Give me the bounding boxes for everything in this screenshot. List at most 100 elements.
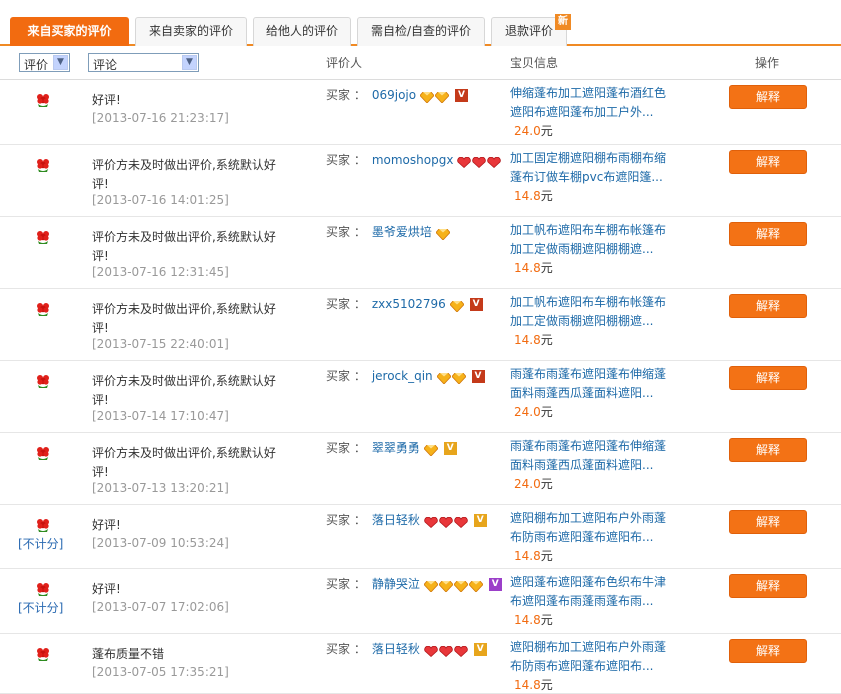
table-row: 评价方未及时做出评价,系统默认好评! [2013-07-15 22:40:01] … xyxy=(0,289,841,361)
explain-button[interactable]: 解释 xyxy=(729,510,807,534)
table-row: 评价方未及时做出评价,系统默认好评! [2013-07-14 17:10:47] … xyxy=(0,361,841,433)
table-row: [不计分] 好评! [2013-07-07 17:02:06] 买家 ： 静静哭泣 V… xyxy=(0,569,841,634)
no-count-link[interactable]: [不计分] xyxy=(18,535,63,552)
heart-icon xyxy=(438,515,453,529)
explain-button[interactable]: 解释 xyxy=(729,150,807,174)
comment-time: [2013-07-15 22:40:01] xyxy=(92,337,229,351)
explain-button[interactable]: 解释 xyxy=(729,366,807,390)
rater-info: 买家 ： 静静哭泣 V xyxy=(326,575,506,594)
item-title-link[interactable]: 伸缩蓬布加工遮阳蓬布酒红色遮阳布遮阳蓬布加工户外... xyxy=(510,84,670,122)
flower-icon xyxy=(35,301,51,317)
chevron-down-icon[interactable]: ▼ xyxy=(182,55,197,70)
flower-icon xyxy=(35,373,51,389)
price-value: 14.8 xyxy=(514,678,541,692)
price-value: 14.8 xyxy=(514,189,541,203)
comment-text: 评价方未及时做出评价,系统默认好评! xyxy=(92,158,276,191)
item-title-link[interactable]: 雨蓬布雨蓬布遮阳蓬布伸缩蓬面料雨蓬西瓜蓬面料遮阳... xyxy=(510,365,670,403)
item-title-link[interactable]: 雨蓬布雨蓬布遮阳蓬布伸缩蓬面料雨蓬西瓜蓬面料遮阳... xyxy=(510,437,670,475)
tab-from-buyers[interactable]: 来自买家的评价 xyxy=(10,17,129,46)
item-price: 14.8元 xyxy=(514,187,553,204)
diamond-icon xyxy=(438,579,454,593)
item-title-link[interactable]: 遮阳棚布加工遮阳布户外雨蓬布防雨布遮阳蓬布遮阳布... xyxy=(510,509,670,547)
tab-self-check[interactable]: 需自检/自查的评价 xyxy=(357,17,485,46)
column-header-rater: 评价人 xyxy=(326,56,363,70)
item-price: 24.0元 xyxy=(514,122,553,139)
level-icon: V xyxy=(473,514,487,527)
rater-role: 买家 ： xyxy=(326,642,366,656)
buyer-name-link[interactable]: 静静哭泣 xyxy=(372,577,420,591)
rater-info: 买家 ： jerock_qin V xyxy=(326,367,506,386)
comment-time: [2013-07-16 12:31:45] xyxy=(92,265,229,279)
credit-badges xyxy=(423,439,439,458)
heart-icon xyxy=(487,155,502,169)
rater-info: 买家 ： zxx5102796 V xyxy=(326,295,506,314)
chevron-down-icon[interactable]: ▼ xyxy=(53,55,68,70)
price-unit: 元 xyxy=(540,613,553,627)
rater-role: 买家 ： xyxy=(326,369,366,383)
tab-to-others[interactable]: 给他人的评价 xyxy=(253,17,351,46)
heart-icon xyxy=(453,644,468,658)
no-count-link[interactable]: [不计分] xyxy=(18,599,63,616)
price-value: 24.0 xyxy=(514,477,541,491)
buyer-name-link[interactable]: 翠翠勇勇 xyxy=(372,441,420,455)
level-icon: V xyxy=(473,643,487,656)
feedback-tab-bar: 来自买家的评价 来自卖家的评价 给他人的评价 需自检/自查的评价 退款评价 新 xyxy=(0,0,841,46)
item-title-link[interactable]: 加工帆布遮阳布车棚布帐篷布加工定做雨棚遮阳棚棚遮... xyxy=(510,221,670,259)
buyer-name-link[interactable]: jerock_qin xyxy=(372,369,433,383)
explain-button[interactable]: 解释 xyxy=(729,222,807,246)
diamond-icon xyxy=(468,579,484,593)
level-icon: V xyxy=(488,578,502,591)
credit-badges xyxy=(423,575,484,594)
price-unit: 元 xyxy=(540,549,553,563)
buyer-name-link[interactable]: 落日轻秋 xyxy=(372,642,420,656)
price-unit: 元 xyxy=(540,124,553,138)
level-icon: V xyxy=(443,442,457,455)
credit-badges xyxy=(457,151,502,170)
credit-badges xyxy=(423,511,469,530)
rater-info: 买家 ： momoshopgx xyxy=(326,151,506,170)
comment-time: [2013-07-16 14:01:25] xyxy=(92,193,229,207)
heart-icon xyxy=(438,644,453,658)
buyer-name-link[interactable]: 落日轻秋 xyxy=(372,513,420,527)
rater-role: 买家 ： xyxy=(326,577,366,591)
flower-icon xyxy=(35,581,51,597)
item-title-link[interactable]: 遮阳棚布加工遮阳布户外雨蓬布防雨布遮阳蓬布遮阳布... xyxy=(510,638,670,676)
comment-text: 蓬布质量不错 xyxy=(92,647,165,661)
heart-icon xyxy=(457,155,472,169)
credit-badges xyxy=(419,86,450,105)
comment-text: 评价方未及时做出评价,系统默认好评! xyxy=(92,230,276,263)
comment-text: 好评! xyxy=(92,93,121,107)
price-value: 14.8 xyxy=(514,333,541,347)
flower-icon xyxy=(35,517,51,533)
heart-icon xyxy=(423,515,438,529)
diamond-icon xyxy=(434,90,450,104)
flower-icon xyxy=(35,646,51,662)
diamond-icon xyxy=(450,371,467,385)
explain-button[interactable]: 解释 xyxy=(729,85,807,109)
price-value: 14.8 xyxy=(514,549,541,563)
table-row: 评价方未及时做出评价,系统默认好评! [2013-07-16 12:31:45] … xyxy=(0,217,841,289)
rating-filter-select[interactable]: 评价 ▼ xyxy=(19,53,70,72)
comment-filter-select[interactable]: 评论 ▼ xyxy=(88,53,199,72)
explain-button[interactable]: 解释 xyxy=(729,639,807,663)
item-title-link[interactable]: 加工帆布遮阳布车棚布帐篷布加工定做雨棚遮阳棚棚遮... xyxy=(510,293,670,331)
explain-button[interactable]: 解释 xyxy=(729,294,807,318)
item-title-link[interactable]: 遮阳蓬布遮阳蓬布色织布牛津布遮阳蓬布雨蓬雨蓬布雨... xyxy=(510,573,670,611)
explain-button[interactable]: 解释 xyxy=(729,438,807,462)
flower-icon xyxy=(35,92,51,108)
comment-time: [2013-07-14 17:10:47] xyxy=(92,409,229,423)
new-badge: 新 xyxy=(555,14,571,30)
buyer-name-link[interactable]: 069jojo xyxy=(372,88,416,102)
tab-from-sellers[interactable]: 来自卖家的评价 xyxy=(135,17,247,46)
diamond-icon xyxy=(435,371,452,385)
rater-role: 买家 ： xyxy=(326,297,366,311)
level-icon: V xyxy=(469,298,483,311)
item-title-link[interactable]: 加工固定棚遮阳棚布雨棚布缩蓬布订做车棚pvc布遮阳篷... xyxy=(510,149,670,187)
explain-button[interactable]: 解释 xyxy=(729,574,807,598)
item-price: 14.8元 xyxy=(514,547,553,564)
buyer-name-link[interactable]: zxx5102796 xyxy=(372,297,446,311)
buyer-name-link[interactable]: 墨爷爱烘培 xyxy=(372,225,432,239)
buyer-name-link[interactable]: momoshopgx xyxy=(372,153,454,167)
diamond-icon xyxy=(435,227,451,241)
rater-role: 买家 ： xyxy=(326,88,366,102)
